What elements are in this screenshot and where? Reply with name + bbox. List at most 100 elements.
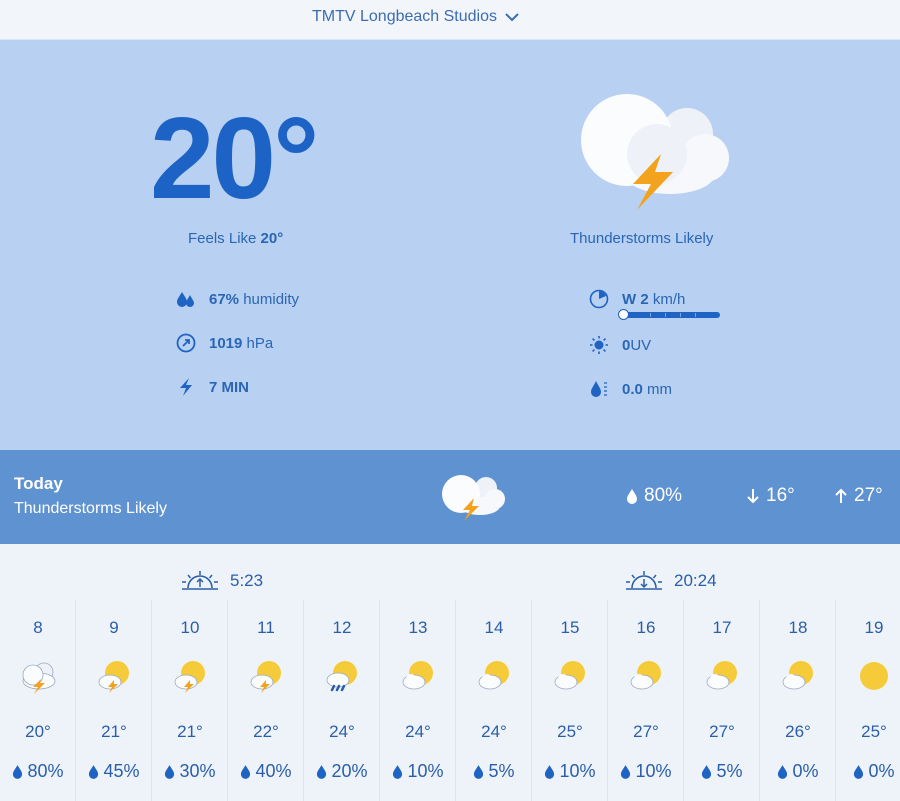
hour-column[interactable]: 17 27° 5% xyxy=(684,600,760,801)
hour-label: 17 xyxy=(712,618,732,637)
current-condition: Thunderstorms Likely xyxy=(570,230,714,247)
lightning-icon xyxy=(175,376,197,398)
hour-precip: 5% xyxy=(456,761,532,782)
raindrop-icon xyxy=(702,765,712,779)
hour-precip-value: 10% xyxy=(407,761,444,781)
hour-column[interactable]: 14 24° 5% xyxy=(456,600,532,801)
raindrop-icon xyxy=(545,765,555,779)
hour-precip-value: 0% xyxy=(868,761,895,781)
hour-precip-value: 5% xyxy=(488,761,515,781)
thunder-cloud-icon xyxy=(22,662,56,694)
lightning-value: 7 MIN xyxy=(209,378,250,396)
hour-temperature: 22° xyxy=(253,722,279,741)
hour-precip: 30% xyxy=(152,761,228,782)
sunset-icon xyxy=(626,571,662,590)
feels-like-value: 20° xyxy=(260,230,284,247)
partly-cloudy-icon xyxy=(554,661,585,690)
hour-precip-value: 45% xyxy=(103,761,140,781)
today-precip-value: 80% xyxy=(644,485,683,506)
hour-temperature: 24° xyxy=(405,722,431,741)
partly-cloudy-icon xyxy=(782,661,813,690)
raindrop-icon xyxy=(854,765,864,779)
sunrise-icon xyxy=(182,571,218,590)
hour-column[interactable]: 8 20° 80% xyxy=(0,600,76,801)
sun-uv-icon xyxy=(588,334,610,356)
today-title: Today xyxy=(14,474,63,493)
partly-cloudy-icon xyxy=(478,661,509,690)
hour-label: 10 xyxy=(180,618,200,637)
hour-precip: 0% xyxy=(836,761,900,782)
wind-value: W 2 xyxy=(622,290,649,308)
hour-label: 15 xyxy=(560,618,580,637)
today-high: 27° xyxy=(834,485,883,507)
raindrop-icon xyxy=(778,765,788,779)
arrow-down-icon xyxy=(747,489,759,504)
today-high-value: 27° xyxy=(854,485,883,506)
hour-column[interactable]: 13 24° 10% xyxy=(380,600,456,801)
sunrise: 5:23 xyxy=(180,570,263,592)
hour-temperature: 24° xyxy=(329,722,355,741)
location-selector[interactable]: TMTV Longbeach Studios xyxy=(312,6,519,28)
current-conditions-panel: 20° Feels Like 20° Thunderstorms Likely … xyxy=(0,40,900,450)
hour-precip-value: 10% xyxy=(559,761,596,781)
uv-label: UV xyxy=(630,336,652,354)
hour-precip-value: 10% xyxy=(635,761,672,781)
raindrop-icon xyxy=(317,765,327,779)
rain-gauge-icon xyxy=(588,378,610,400)
hour-label: 14 xyxy=(484,618,504,637)
hour-temperature: 24° xyxy=(481,722,507,741)
hour-column[interactable]: 9 21° 45% xyxy=(76,600,152,801)
hourly-forecast[interactable]: 5:23 20:24 8 20° 80% 9 21° 45% 10 21° 30% 11 22° 40… xyxy=(0,544,900,801)
hour-precip-value: 40% xyxy=(255,761,292,781)
hour-precip-value: 0% xyxy=(792,761,819,781)
hour-temperature: 25° xyxy=(861,722,887,741)
hour-column[interactable]: 18 26° 0% xyxy=(760,600,836,801)
sunrise-time: 5:23 xyxy=(230,571,264,590)
thunderstorm-cloud-icon xyxy=(442,475,505,521)
hour-precip: 40% xyxy=(228,761,304,782)
wind-strength-bar xyxy=(618,309,720,320)
hour-column[interactable]: 11 22° 40% xyxy=(228,600,304,801)
hour-precip: 0% xyxy=(760,761,836,782)
sun-thunder-icon xyxy=(250,661,281,693)
hour-label: 12 xyxy=(332,618,352,637)
hour-precip: 20% xyxy=(304,761,380,782)
today-summary[interactable]: Today Thunderstorms Likely 80% 16° 27° xyxy=(0,450,900,544)
pressure-unit: hPa xyxy=(246,334,274,352)
sunset-time: 20:24 xyxy=(674,571,717,590)
sun-icon xyxy=(860,662,888,690)
humidity-stat: 67% humidity xyxy=(175,288,299,310)
partly-cloudy-icon xyxy=(706,661,737,690)
raindrop-icon xyxy=(627,489,637,504)
raindrop-icon xyxy=(13,765,23,779)
partly-cloudy-icon xyxy=(630,661,661,690)
hour-temperature: 21° xyxy=(177,722,203,741)
hour-temperature: 20° xyxy=(25,722,51,741)
hour-precip: 10% xyxy=(608,761,684,782)
hour-column[interactable]: 19 25° 0% xyxy=(836,600,900,801)
hour-column[interactable]: 12 24° 20% xyxy=(304,600,380,801)
hour-label: 19 xyxy=(864,618,884,637)
hour-precip-value: 80% xyxy=(27,761,64,781)
sun-thunder-icon xyxy=(174,661,205,693)
humidity-value: 67% xyxy=(209,290,240,308)
hour-column[interactable]: 10 21° 30% xyxy=(152,600,228,801)
raindrop-icon xyxy=(393,765,403,779)
precipitation-stat: 0.0 mm xyxy=(588,378,672,400)
raindrop-icon xyxy=(89,765,99,779)
hour-precip-value: 30% xyxy=(179,761,216,781)
wind-strength-indicator xyxy=(618,309,629,320)
hour-label: 13 xyxy=(408,618,428,637)
raindrop-icon xyxy=(621,765,631,779)
pressure-stat: 1019 hPa xyxy=(175,332,273,354)
raindrop-icon xyxy=(165,765,175,779)
today-precip: 80% xyxy=(626,485,682,507)
hour-column[interactable]: 16 27° 10% xyxy=(608,600,684,801)
hour-column[interactable]: 15 25° 10% xyxy=(532,600,608,801)
hour-label: 9 xyxy=(109,618,119,637)
top-bar: TMTV Longbeach Studios xyxy=(0,0,900,40)
hour-temperature: 27° xyxy=(633,722,659,741)
hour-precip-value: 20% xyxy=(331,761,368,781)
arrow-up-icon xyxy=(835,488,847,503)
wind-stat: W 2 km/h xyxy=(588,288,685,310)
